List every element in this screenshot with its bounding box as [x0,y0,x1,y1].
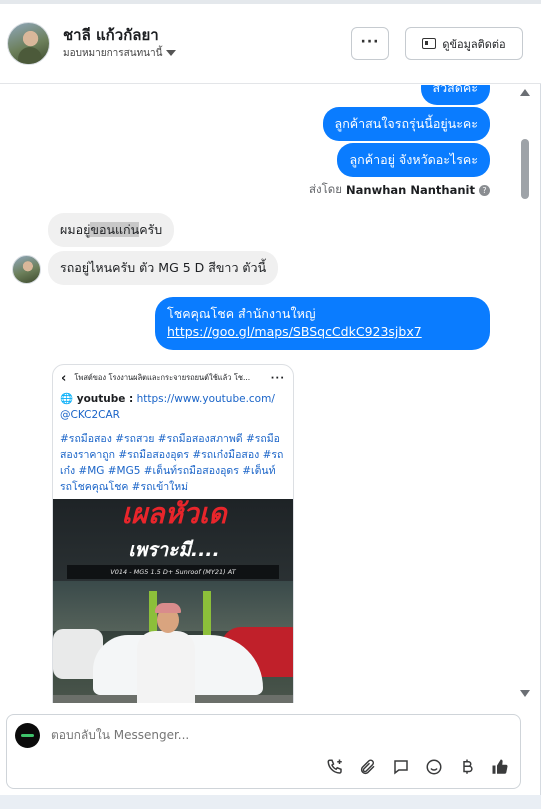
thread-scrollbar[interactable] [516,85,534,703]
paperclip-icon[interactable] [358,757,378,777]
smiley-icon[interactable] [424,757,444,777]
post-hashtags: #รถมือสอง #รถสวย #รถมือสองสภาพดี #รถมือส… [60,433,284,493]
window-bottom-edge [0,795,541,809]
image-model-strip: V014 - MG5 1.5 D+ Sunroof (MY21) AT [67,565,279,579]
contact-card-icon [422,38,437,49]
post-card-header: ‹ โพสต์ของ โรงงานผลิตและกระจายรถยนต์ใช้แ… [53,365,293,391]
highlighted-text: ขอนแก่น [90,222,140,237]
more-options-button[interactable]: ··· [351,27,389,60]
contact-avatar-small [12,255,41,284]
assign-label: มอบหมายการสนทนานี้ [63,48,163,59]
assign-conversation-dropdown[interactable]: มอบหมายการสนทนานี้ [63,46,177,61]
youtube-url: https://www.youtube.com/ [136,393,275,405]
help-icon[interactable]: ? [479,184,490,196]
incoming-text: ผมอยู่ [60,222,91,237]
more-dots-icon: ··· [270,372,285,384]
post-card-text: 🌐 youtube : https://www.youtube.com/ @CK… [53,391,293,495]
caret-down-icon [166,50,177,56]
outgoing-message[interactable]: สวัสดีค่ะ [420,85,490,105]
back-arrow-icon: ‹ [61,370,67,386]
link-title: โชคคุณโชค สำนักงานใหญ่ [167,306,316,321]
sent-by-label: ส่งโดย Nanwhan Nanthanit ? [309,181,490,199]
incoming-message[interactable]: ผมอยู่ขอนแก่นครับ [48,213,175,247]
globe-icon: 🌐 [60,393,77,405]
sent-by-prefix: ส่งโดย [308,182,343,196]
shared-post-card[interactable]: ‹ โพสต์ของ โรงงานผลิตและกระจายรถยนต์ใช้แ… [52,364,294,703]
youtube-handle: @CKC2CAR [60,409,120,421]
baht-icon[interactable] [457,757,477,777]
view-contact-button[interactable]: ดูข้อมูลติดต่อ [405,27,523,60]
incoming-text: ครับ [139,222,163,237]
incoming-message[interactable]: รถอยู่ไหนครับ ตัว MG 5 D สีขาว ตัวนี้ [48,251,279,285]
map-link[interactable]: https://goo.gl/maps/SBSqcCdkC923sjbx7 [167,323,478,341]
scroll-thumb[interactable] [521,139,529,199]
conversation-header: ชาลี แก้วกัลยา มอบหมายการสนทนานี้ ··· ดู… [0,4,541,84]
post-image: เผลหัวเด เพราะมี.... V014 - MG5 1.5 D+ S… [53,499,293,703]
phone-plus-icon[interactable] [325,757,345,777]
view-contact-label: ดูข้อมูลติดต่อ [442,37,506,51]
thumbs-up-icon[interactable] [490,757,510,777]
image-headline: เผลหัวเด [121,499,227,530]
post-card-title: โพสต์ของ โรงงานผลิตและกระจายรถยนต์ใช้แล้… [74,373,251,382]
contact-name[interactable]: ชาลี แก้วกัลยา [63,23,159,47]
contact-avatar[interactable] [7,22,50,65]
scroll-down-icon[interactable] [520,690,530,697]
reply-composer [6,714,521,789]
person-body [137,631,195,703]
sender-name: Nanwhan Nanthanit [346,183,475,197]
reply-input[interactable] [51,728,491,742]
messenger-window: ชาลี แก้วกัลยา มอบหมายการสนทนานี้ ··· ดู… [0,0,541,809]
page-avatar [15,723,40,748]
image-subline: เพราะมี.... [128,539,220,561]
outgoing-message[interactable]: ลูกค้าอยู่ จังหวัดอะไรคะ [337,143,490,177]
youtube-label: youtube : [76,393,134,405]
composer-toolbar [325,757,510,777]
scroll-up-icon[interactable] [520,89,530,96]
message-thread[interactable]: สวัสดีค่ะ ลูกค้าสนใจรถรุ่นนี้อยู่นะคะ ลู… [0,85,515,703]
outgoing-link-message[interactable]: โชคคุณโชค สำนักงานใหญ่ https://goo.gl/ma… [155,297,490,350]
outgoing-message[interactable]: ลูกค้าสนใจรถรุ่นนี้อยู่นะคะ [322,107,490,141]
chat-bubble-icon[interactable] [391,757,411,777]
person-cap [155,603,181,613]
